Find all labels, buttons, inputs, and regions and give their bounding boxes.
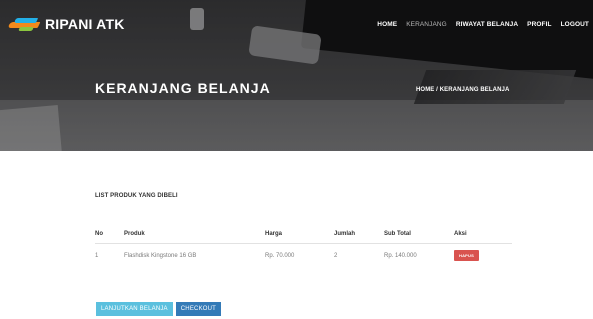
cart-section-title: LIST PRODUK YANG DIBELI	[95, 193, 178, 199]
nav-riwayat-belanja[interactable]: RIWAYAT BELANJA	[456, 21, 518, 28]
col-header-no: No	[95, 231, 103, 237]
col-header-jumlah: Jumlah	[334, 231, 356, 237]
col-header-produk: Produk	[124, 231, 145, 237]
col-header-subtotal: Sub Total	[384, 231, 411, 237]
brand-name: RIPANI ATK	[45, 16, 125, 32]
cell-produk: Flashdisk Kingstone 16 GB	[124, 252, 197, 259]
hero-banner: RIPANI ATK HOME KERANJANG RIWAYAT BELANJ…	[0, 0, 593, 151]
table-header-row: No Produk Harga Jumlah Sub Total Aksi	[95, 225, 512, 244]
checkout-button[interactable]: CHECKOUT	[175, 302, 222, 316]
logo-icon	[7, 17, 41, 31]
cart-actions: LANJUTKAN BELANJA CHECKOUT	[96, 302, 222, 316]
page-title: KERANJANG BELANJA	[95, 80, 271, 96]
cell-harga: Rp. 70.000	[265, 252, 295, 259]
nav-keranjang[interactable]: KERANJANG	[406, 21, 447, 28]
col-header-aksi: Aksi	[454, 231, 467, 237]
cell-aksi: HAPUS	[454, 244, 512, 268]
main-nav: HOME KERANJANG RIWAYAT BELANJA PROFIL LO…	[377, 21, 589, 28]
nav-profil[interactable]: PROFIL	[527, 21, 551, 28]
continue-shopping-button[interactable]: LANJUTKAN BELANJA	[96, 302, 173, 316]
cell-subtotal: Rp. 140.000	[384, 252, 417, 259]
hapus-button[interactable]: HAPUS	[454, 250, 480, 261]
nav-logout[interactable]: LOGOUT	[561, 21, 589, 28]
cell-jumlah: 2	[334, 252, 338, 259]
brand-logo[interactable]: RIPANI ATK	[7, 16, 125, 32]
cell-no: 1	[95, 252, 99, 259]
breadcrumb: HOME / KERANJANG BELANJA	[416, 87, 510, 93]
nav-home[interactable]: HOME	[377, 21, 397, 28]
cart-table: No Produk Harga Jumlah Sub Total Aksi 1 …	[95, 225, 512, 267]
table-row: 1 Flashdisk Kingstone 16 GB Rp. 70.000 2…	[95, 244, 512, 268]
col-header-harga: Harga	[265, 231, 283, 237]
